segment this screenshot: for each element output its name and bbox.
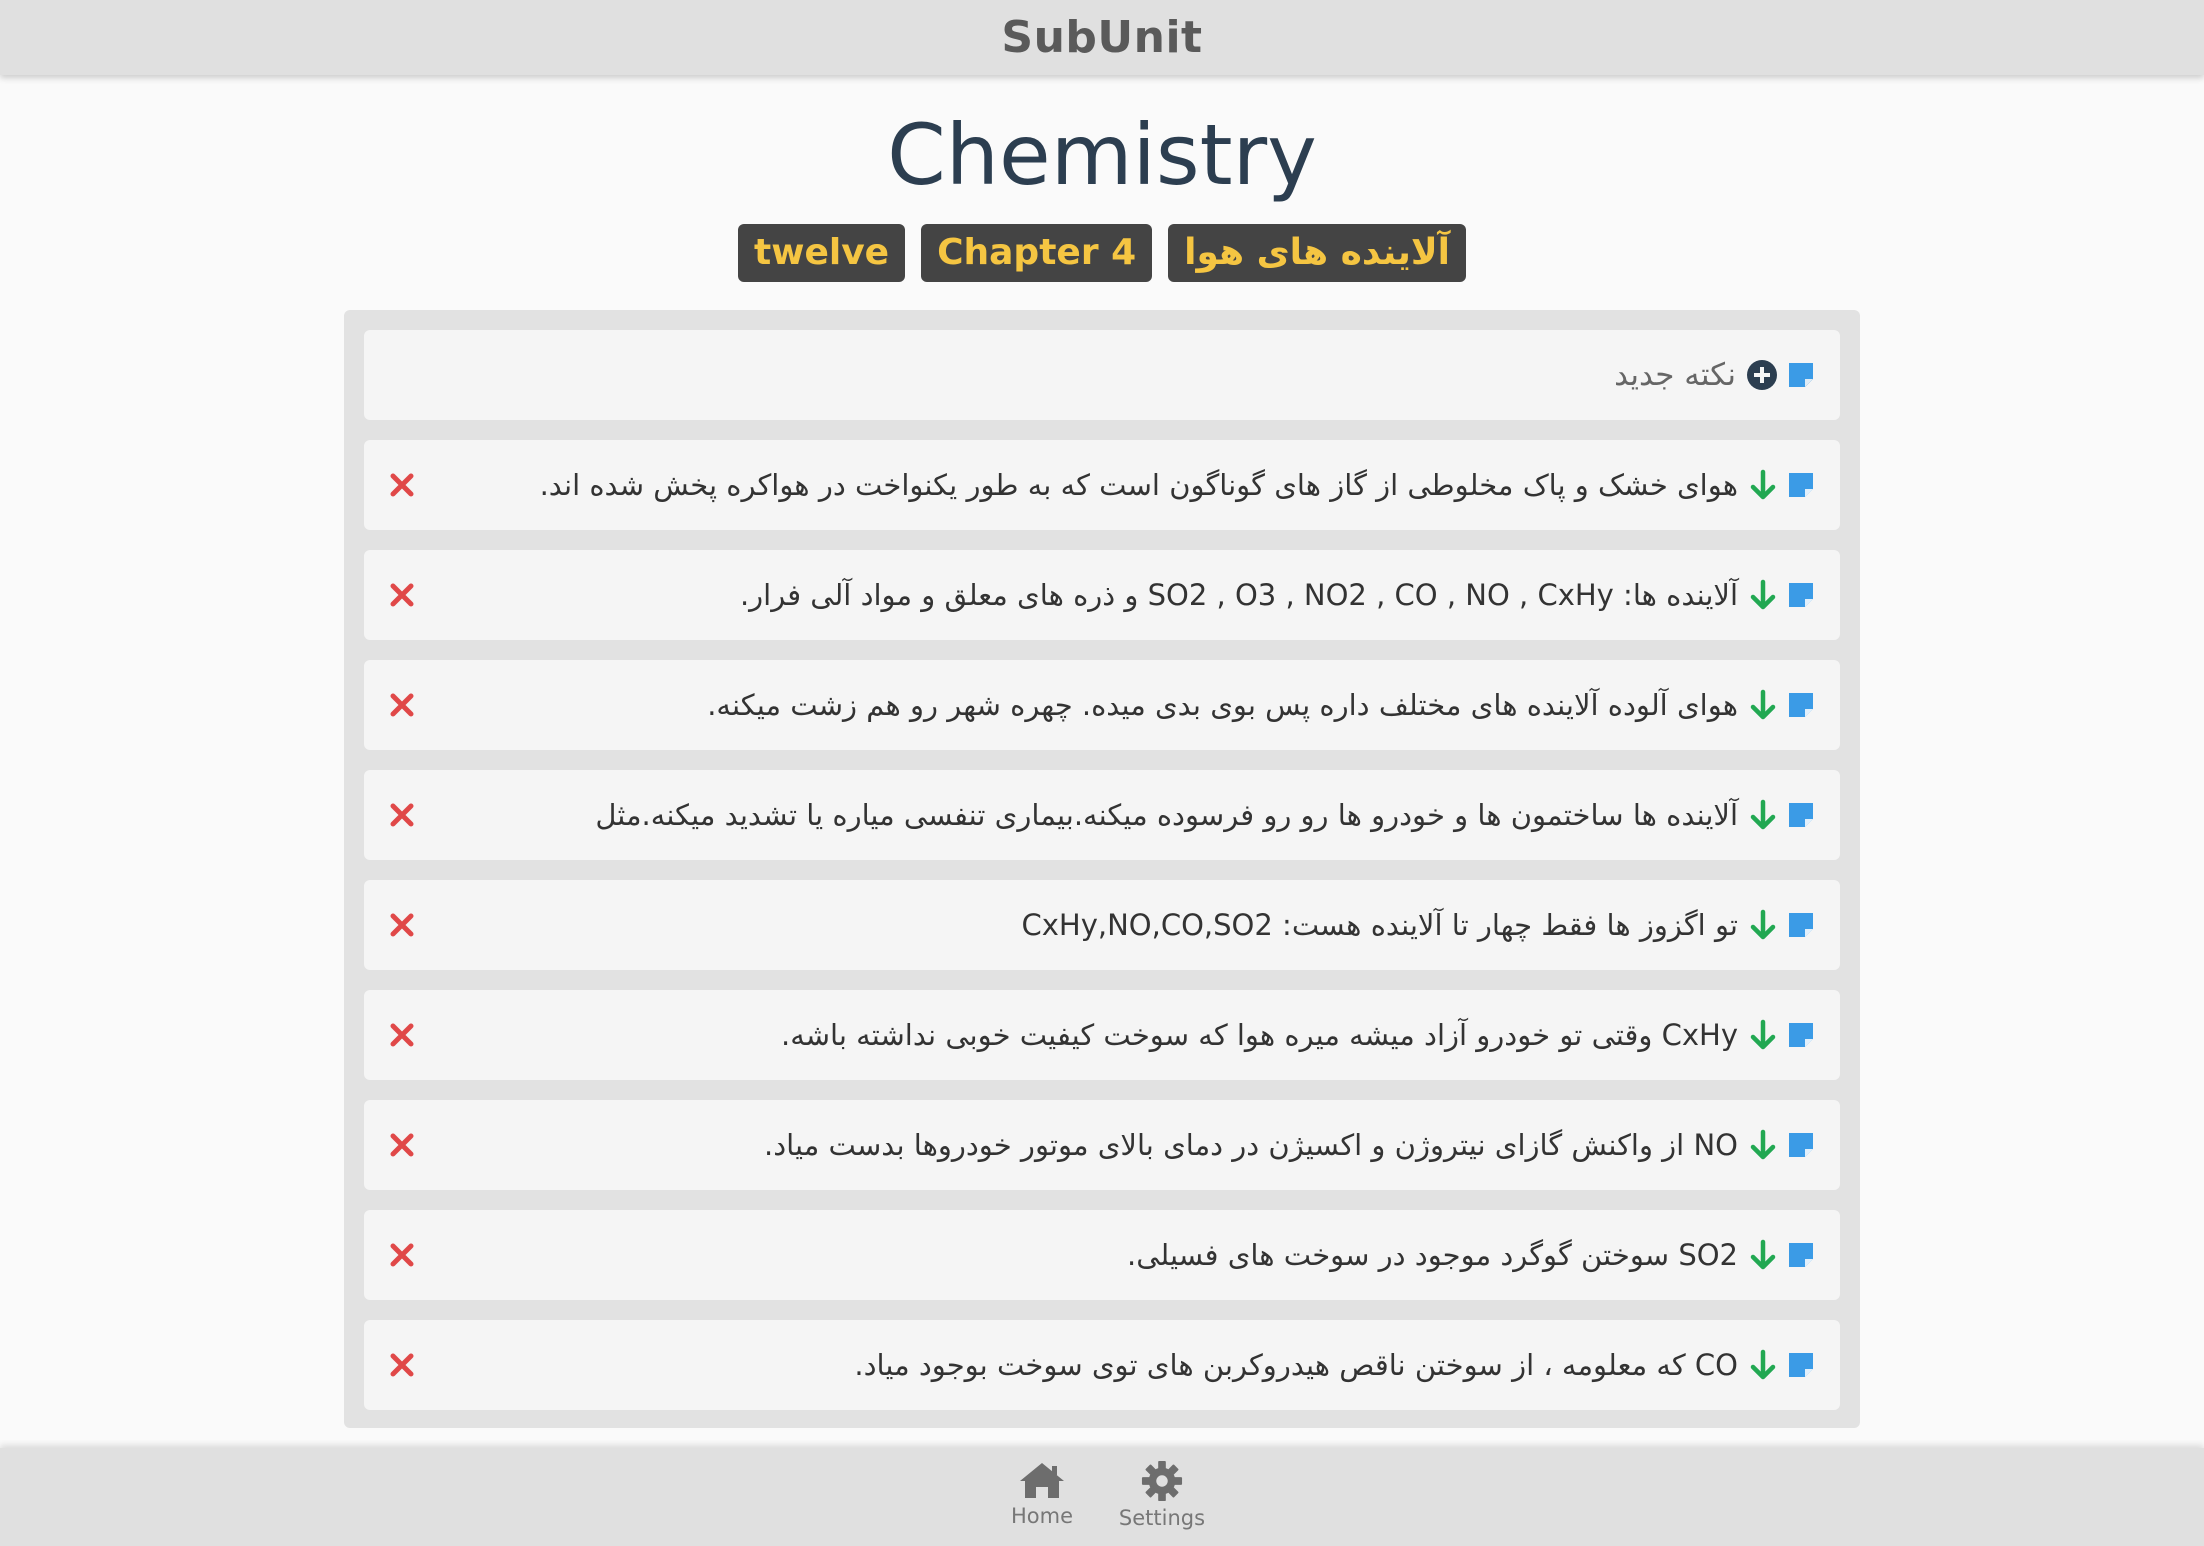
close-icon[interactable] xyxy=(388,1131,416,1159)
close-icon[interactable] xyxy=(388,911,416,939)
close-icon[interactable] xyxy=(388,1021,416,1049)
app-title: SubUnit xyxy=(1001,12,1203,63)
arrow-down-icon[interactable] xyxy=(1748,1239,1778,1271)
top-app-bar: SubUnit xyxy=(0,0,2204,75)
sticky-note-icon xyxy=(1789,1243,1813,1267)
arrow-down-icon[interactable] xyxy=(1748,1019,1778,1051)
note-text: هوای خشک و پاک مخلوطی از گاز های گوناگون… xyxy=(539,468,1738,502)
note-item[interactable]: آلاینده ها ساختمون ها و خودرو ها رو رو ف… xyxy=(364,770,1840,860)
tag-chapter[interactable]: Chapter 4 xyxy=(921,224,1153,282)
note-text: تو اگزوز ها فقط چهار تا آلاینده هست: CxH… xyxy=(1021,908,1738,942)
nav-settings-label: Settings xyxy=(1118,1506,1206,1530)
note-item[interactable]: NO از واکنش گازای نیتروژن و اکسیژن در دم… xyxy=(364,1100,1840,1190)
close-icon[interactable] xyxy=(388,581,416,609)
note-item[interactable]: هوای خشک و پاک مخلوطی از گاز های گوناگون… xyxy=(364,440,1840,530)
gear-icon xyxy=(1141,1460,1183,1502)
nav-settings[interactable]: Settings xyxy=(1102,1460,1222,1530)
tag-list: twelve Chapter 4 آلاینده های هوا xyxy=(0,224,2204,282)
close-icon[interactable] xyxy=(388,471,416,499)
sticky-note-icon xyxy=(1789,1133,1813,1157)
arrow-down-icon[interactable] xyxy=(1748,1349,1778,1381)
sticky-note-icon xyxy=(1789,803,1813,827)
note-text: SO2 سوختن گوگرد موجود در سوخت های فسیلی. xyxy=(1127,1238,1738,1272)
note-text: CO که معلومه ، از سوختن ناقص هیدروکربن ه… xyxy=(854,1348,1738,1382)
home-icon xyxy=(1020,1463,1064,1498)
sticky-note-icon xyxy=(1789,583,1813,607)
nav-home-label: Home xyxy=(1010,1504,1073,1528)
sticky-note-icon xyxy=(1789,913,1813,937)
note-text: آلاینده ها ساختمون ها و خودرو ها رو رو ف… xyxy=(595,798,1738,832)
close-icon[interactable] xyxy=(388,1241,416,1269)
tag-lesson[interactable]: آلاینده های هوا xyxy=(1168,224,1466,282)
note-item[interactable]: هوای آلوده آلاینده های مختلف داره پس بوی… xyxy=(364,660,1840,750)
page-title: Chemistry xyxy=(887,106,1317,204)
notes-panel: نکته جدید هوای خشک و پاک مخلوطی از گاز ه… xyxy=(344,310,1860,1428)
arrow-down-icon[interactable] xyxy=(1748,1129,1778,1161)
sticky-note-icon xyxy=(1789,693,1813,717)
note-item[interactable]: تو اگزوز ها فقط چهار تا آلاینده هست: CxH… xyxy=(364,880,1840,970)
tag-grade[interactable]: twelve xyxy=(737,224,906,282)
arrow-down-icon[interactable] xyxy=(1748,469,1778,501)
nav-home[interactable]: Home xyxy=(982,1460,1102,1528)
close-icon[interactable] xyxy=(388,691,416,719)
arrow-down-icon[interactable] xyxy=(1748,909,1778,941)
sticky-note-icon xyxy=(1789,363,1813,387)
bottom-nav: Home Settings xyxy=(0,1448,2204,1546)
close-icon[interactable] xyxy=(388,1351,416,1379)
note-item[interactable]: CO که معلومه ، از سوختن ناقص هیدروکربن ه… xyxy=(364,1320,1840,1410)
note-item[interactable]: CxHy وقتی تو خودرو آزاد میشه میره هوا که… xyxy=(364,990,1840,1080)
new-note-button[interactable]: نکته جدید xyxy=(364,330,1840,420)
sticky-note-icon xyxy=(1789,1353,1813,1377)
sticky-note-icon xyxy=(1789,1023,1813,1047)
arrow-down-icon[interactable] xyxy=(1748,689,1778,721)
arrow-down-icon[interactable] xyxy=(1748,799,1778,831)
note-item[interactable]: آلاینده ها: SO2 , O3 , NO2 , CO , NO , C… xyxy=(364,550,1840,640)
close-icon[interactable] xyxy=(388,801,416,829)
new-note-label: نکته جدید xyxy=(1614,357,1736,393)
note-text: آلاینده ها: SO2 , O3 , NO2 , CO , NO , C… xyxy=(739,578,1738,612)
note-text: هوای آلوده آلاینده های مختلف داره پس بوی… xyxy=(707,688,1738,722)
note-item[interactable]: SO2 سوختن گوگرد موجود در سوخت های فسیلی. xyxy=(364,1210,1840,1300)
note-text: CxHy وقتی تو خودرو آزاد میشه میره هوا که… xyxy=(780,1018,1738,1052)
note-text: NO از واکنش گازای نیتروژن و اکسیژن در دم… xyxy=(764,1128,1738,1162)
sticky-note-icon xyxy=(1789,473,1813,497)
plus-circle-icon xyxy=(1747,360,1777,390)
arrow-down-icon[interactable] xyxy=(1748,579,1778,611)
